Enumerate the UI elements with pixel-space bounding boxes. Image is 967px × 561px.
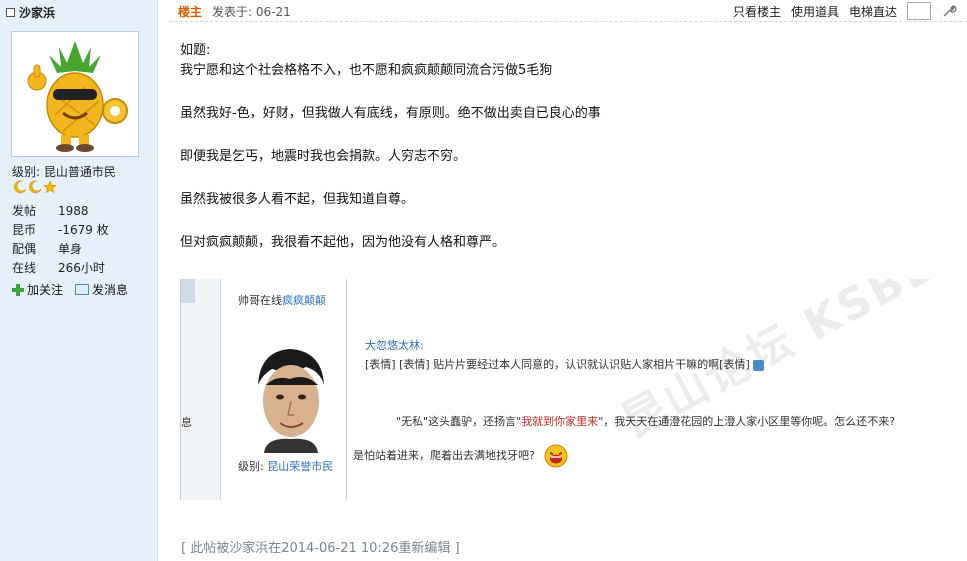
post-line: 但对疯疯颠颠，我很看不起他，因为他没有人格和尊严。 bbox=[180, 235, 506, 250]
edit-note: [ 此帖被沙家浜在2014-06-21 10:26重新编辑 ] bbox=[181, 541, 460, 556]
post-line: 即便我是乞丐，地震时我也会捐款。人穷志不穷。 bbox=[180, 149, 467, 164]
user-actions: 加关注 发消息 bbox=[12, 281, 128, 298]
post-time: 发表于: 06-21 bbox=[212, 5, 291, 19]
post-line: 我宁愿和这个社会格格不入，也不愿和疯疯颠颠同流合污做5毛狗 bbox=[180, 63, 553, 78]
embed-thumb-block bbox=[181, 279, 195, 303]
laughing-face-icon bbox=[544, 444, 568, 468]
star-icon bbox=[43, 180, 57, 194]
wrench-icon[interactable] bbox=[941, 3, 957, 19]
post-line: 虽然我好-色，好财，但我做人有底线，有原则。绝不做出卖自已良心的事 bbox=[180, 106, 601, 121]
embed-text-line: "无私"这头蠢驴，还扬言"我就到你家里来"，我天天在通澄花园的上澄人家小区里等你… bbox=[396, 415, 896, 428]
post-line: 虽然我被很多人看不起，但我知道自尊。 bbox=[180, 192, 415, 207]
follow-label: 加关注 bbox=[27, 283, 64, 297]
envelope-icon bbox=[75, 284, 90, 295]
username[interactable]: 沙家浜 bbox=[19, 4, 55, 21]
stat-coins: 昆币 -1679 枚 bbox=[12, 223, 109, 237]
only-owner-link[interactable]: 只看楼主 bbox=[733, 3, 781, 20]
pineapple-avatar-icon bbox=[15, 35, 135, 153]
post-tools: 只看楼主 使用道具 电梯直达 bbox=[733, 2, 957, 20]
user-profile-sidebar: 沙家浜 级别: 昆山普通市民 发帖 1988 昆币 -1679 枚 配偶 单身 … bbox=[0, 0, 158, 561]
moon-icon bbox=[14, 180, 27, 194]
plus-icon bbox=[12, 283, 24, 296]
embed-reply-to: 大忽悠太林: bbox=[365, 339, 424, 352]
floor-jump-input[interactable] bbox=[907, 2, 931, 20]
collapse-icon[interactable] bbox=[6, 8, 15, 17]
embed-reply-area: 昆山论坛 KSBBS 大忽悠太林: [表情] [表情] 贴片片要经过本人同意的，… bbox=[351, 279, 955, 500]
stat-online: 在线 266小时 bbox=[12, 261, 105, 275]
stat-posts: 发帖 1988 bbox=[12, 203, 89, 219]
elevator-label: 电梯直达 bbox=[848, 4, 897, 19]
embed-quote: [表情] [表情] 贴片片要经过本人同意的，认识就认识贴人家相片干嘛的啊[表情] bbox=[365, 356, 764, 372]
avatar[interactable] bbox=[11, 31, 139, 157]
embed-profile: 帅哥在线疯疯颠颠 级别: 昆山荣誉市民 bbox=[222, 279, 347, 500]
post-line: 如题: bbox=[180, 43, 211, 58]
stat-spouse: 配偶 单身 bbox=[12, 242, 83, 256]
embedded-screenshot[interactable]: 息 帅哥在线疯疯颠颠 级别: 昆山荣誉市民 昆山论坛 KSBBS 大忽悠太林: … bbox=[180, 279, 955, 500]
post-content: 如题: 我宁愿和这个社会格格不入，也不愿和疯疯颠颠同流合污做5毛狗 虽然我好-色… bbox=[180, 41, 950, 276]
embed-text-line: 是怕站着进来，爬着出去满地找牙吧? bbox=[353, 444, 568, 468]
post-header: 楼主 发表于: 06-21 只看楼主 使用道具 电梯直达 bbox=[170, 0, 967, 22]
send-message-label: 发消息 bbox=[92, 283, 129, 297]
user-level: 级别: 昆山普通市民 bbox=[12, 165, 116, 179]
up-arrow-icon bbox=[752, 359, 764, 371]
embed-left-column: 息 bbox=[181, 279, 221, 500]
send-message-button[interactable]: 发消息 bbox=[75, 281, 128, 298]
follow-button[interactable]: 加关注 bbox=[12, 281, 63, 298]
owner-tag: 楼主 bbox=[178, 5, 203, 19]
embed-online-status: 帅哥在线疯疯颠颠 bbox=[238, 294, 326, 307]
use-tools-link[interactable]: 使用道具 bbox=[791, 3, 839, 20]
embed-side-text: 息 bbox=[181, 416, 192, 429]
level-rank-icons bbox=[13, 180, 57, 194]
moon-icon bbox=[29, 180, 42, 194]
embed-level: 级别: 昆山荣誉市民 bbox=[238, 460, 334, 473]
user-stats: 发帖 1988 昆币 -1679 枚 配偶 单身 在线 266小时 bbox=[12, 201, 152, 277]
portrait-photo bbox=[246, 345, 334, 453]
username-row: 沙家浜 bbox=[6, 4, 55, 21]
